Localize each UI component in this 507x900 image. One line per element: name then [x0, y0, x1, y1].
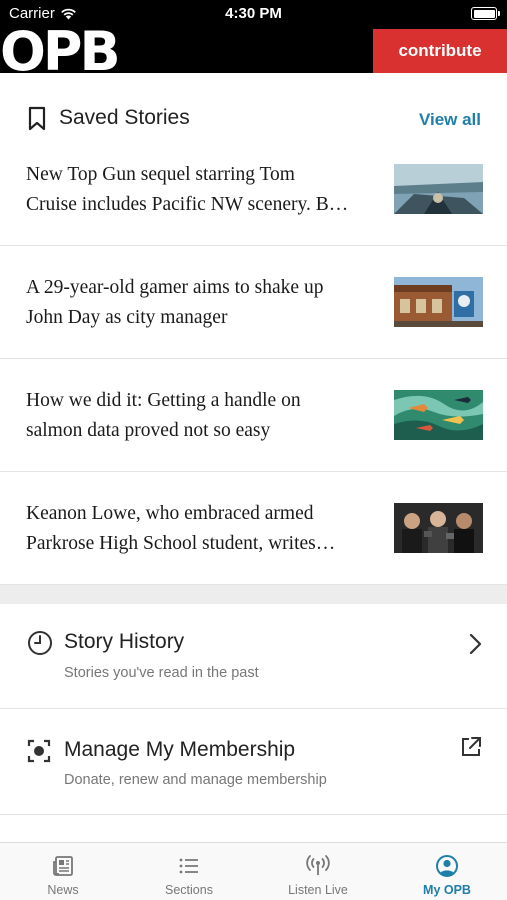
membership-icon [27, 739, 51, 763]
opb-logo: OPB [0, 22, 118, 73]
tab-news[interactable]: News [0, 843, 126, 900]
sections-icon [179, 858, 198, 874]
battery-icon [471, 7, 500, 20]
story-headline: New Top Gun sequel starring Tom Cruise i… [26, 164, 349, 215]
story-item[interactable]: How we did it: Getting a handle on salmo… [0, 359, 507, 472]
broadcast-icon [306, 855, 330, 875]
story-thumbnail-building-image [394, 277, 483, 327]
story-item[interactable]: A 29-year-old gamer aims to shake up Joh… [0, 246, 507, 359]
story-history-label: Story History [64, 630, 185, 653]
contribute-button[interactable]: contribute [373, 29, 507, 73]
section-divider [0, 584, 507, 604]
tab-bar: News Sections Listen Live My OPB [0, 842, 507, 900]
manage-membership-subtitle: Donate, renew and manage membership [64, 772, 327, 788]
story-thumbnail-salmon-illustration [394, 390, 483, 440]
story-headline: A 29-year-old gamer aims to shake up Joh… [26, 277, 324, 328]
clock-icon [28, 631, 52, 655]
tab-listen-live-label: Listen Live [288, 883, 348, 897]
story-thumbnail-press-image [394, 503, 483, 553]
chevron-right-icon [469, 633, 482, 655]
app-header: OPB contribute [0, 22, 507, 73]
story-history-subtitle: Stories you've read in the past [64, 665, 259, 681]
external-link-icon [462, 737, 481, 756]
tab-listen-live[interactable]: Listen Live [255, 843, 381, 900]
manage-membership-row[interactable]: Manage My Membership Donate, renew and m… [0, 709, 507, 815]
clock: 4:30 PM [225, 5, 282, 22]
tab-sections[interactable]: Sections [126, 843, 252, 900]
story-history-row[interactable]: Story History Stories you've read in the… [0, 604, 507, 709]
bookmark-icon [28, 106, 46, 131]
tab-sections-label: Sections [165, 883, 213, 897]
story-headline: How we did it: Getting a handle on salmo… [26, 390, 301, 441]
tab-my-opb[interactable]: My OPB [384, 843, 507, 900]
tab-my-opb-label: My OPB [423, 883, 471, 897]
profile-icon [436, 855, 458, 877]
news-icon [53, 856, 73, 876]
story-thumbnail-jet-image [394, 164, 483, 214]
tab-news-label: News [47, 883, 79, 897]
story-item[interactable]: New Top Gun sequel starring Tom Cruise i… [0, 133, 507, 246]
saved-stories-title: Saved Stories [59, 106, 190, 129]
view-all-link[interactable]: View all [419, 110, 481, 130]
story-item[interactable]: Keanon Lowe, who embraced armed Parkrose… [0, 472, 507, 585]
story-headline: Keanon Lowe, who embraced armed Parkrose… [26, 503, 336, 554]
manage-membership-label: Manage My Membership [64, 738, 296, 761]
